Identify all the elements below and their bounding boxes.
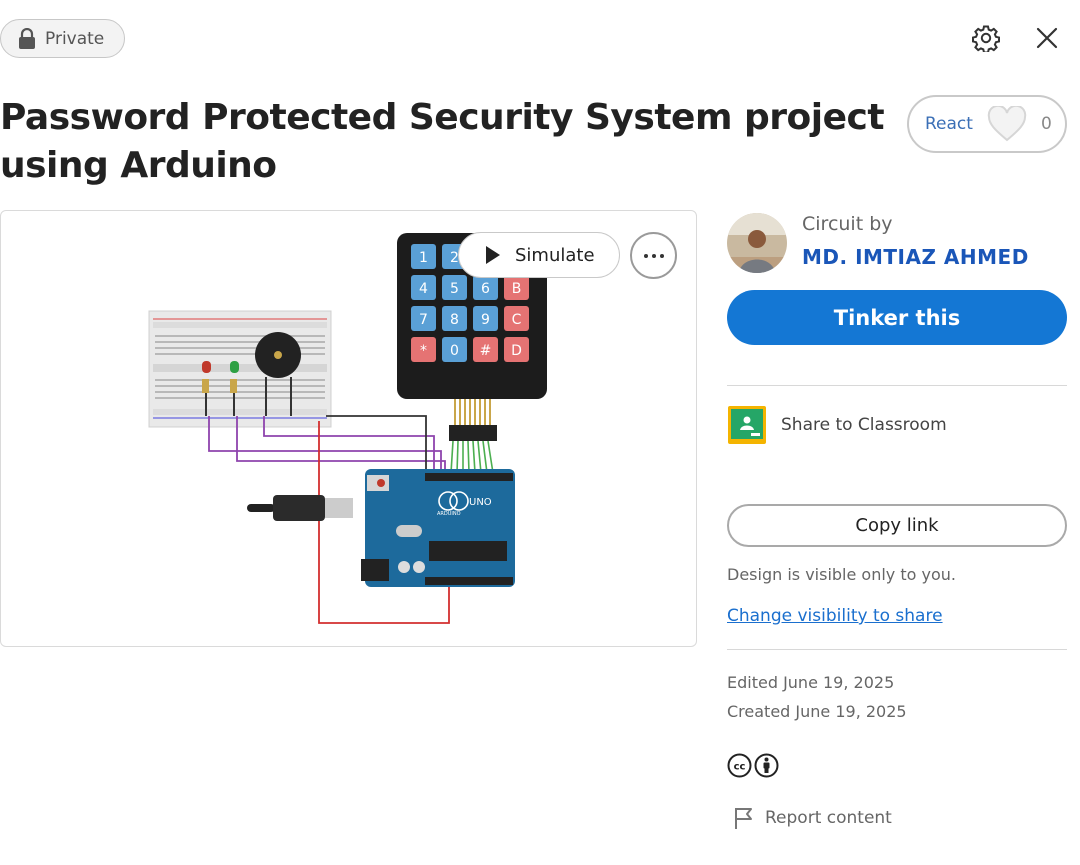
author-avatar[interactable]	[727, 213, 787, 273]
avatar-photo	[727, 213, 787, 273]
privacy-badge-label: Private	[45, 28, 105, 49]
keypad-key-label: #	[480, 343, 492, 359]
keypad-key-label: 7	[419, 312, 428, 328]
react-label: React	[925, 114, 973, 134]
attribution-icon	[754, 753, 779, 778]
react-count: 0	[1040, 114, 1052, 134]
heart-icon	[987, 106, 1027, 142]
keypad-key-label: 6	[481, 281, 490, 297]
play-icon	[486, 246, 500, 264]
keypad-key-label: C	[512, 312, 522, 328]
keypad-key-label: B	[512, 281, 522, 297]
edited-date: Edited June 19, 2025	[727, 673, 895, 692]
divider	[727, 385, 1067, 386]
close-icon	[1036, 27, 1058, 49]
divider	[727, 649, 1067, 650]
keypad-key-label: 5	[450, 281, 459, 297]
visibility-note: Design is visible only to you.	[727, 565, 956, 584]
simulate-button[interactable]: Simulate	[458, 232, 620, 278]
react-button[interactable]: React 0	[907, 95, 1067, 153]
usb-cable	[247, 495, 353, 521]
gear-icon	[972, 25, 1000, 52]
board-label-uno: UNO	[469, 497, 492, 508]
svg-text:cc: cc	[734, 762, 746, 773]
flag-icon	[735, 808, 752, 829]
keypad-key-label: 4	[419, 281, 428, 297]
board-label-arduino: ARDUINO	[437, 511, 461, 517]
more-dot-icon	[659, 253, 664, 258]
keypad-key-label: 0	[450, 343, 459, 359]
keypad-key-label: 8	[450, 312, 459, 328]
change-visibility-link[interactable]: Change visibility to share	[727, 606, 943, 626]
arduino-uno: UNO ARDUINO	[361, 469, 515, 587]
created-date: Created June 19, 2025	[727, 702, 907, 721]
google-classroom-icon	[728, 406, 766, 444]
circuit-by-label: Circuit by	[802, 213, 893, 235]
share-to-classroom-label: Share to Classroom	[781, 415, 947, 435]
page-title: Password Protected Security System proje…	[0, 97, 885, 186]
privacy-badge[interactable]: Private	[0, 19, 125, 58]
copy-link-button[interactable]: Copy link	[727, 504, 1067, 547]
license-icons[interactable]: cc	[727, 753, 779, 778]
creative-commons-icon: cc	[727, 753, 752, 778]
keypad-key-label: D	[511, 343, 522, 359]
lock-icon	[19, 27, 35, 49]
more-options-button[interactable]	[630, 232, 677, 279]
report-content-label: Report content	[765, 808, 892, 828]
keypad-key-label: *	[420, 343, 427, 359]
breadboard	[148, 310, 332, 428]
share-to-classroom-button[interactable]: Share to Classroom	[727, 405, 947, 445]
author-link[interactable]: MD. IMTIAZ AHMED	[802, 245, 1029, 269]
keypad-key-label: 1	[419, 250, 428, 266]
close-button[interactable]	[1031, 22, 1063, 54]
simulate-label: Simulate	[515, 244, 595, 266]
more-dot-icon	[651, 253, 656, 258]
report-content-button[interactable]: Report content	[733, 806, 892, 830]
circuit-preview[interactable]: 123A456B789C*0#D	[0, 210, 697, 647]
keypad-key-label: 9	[481, 312, 490, 328]
tinker-this-button[interactable]: Tinker this	[727, 290, 1067, 345]
settings-button[interactable]	[970, 22, 1002, 54]
more-dot-icon	[643, 253, 648, 258]
